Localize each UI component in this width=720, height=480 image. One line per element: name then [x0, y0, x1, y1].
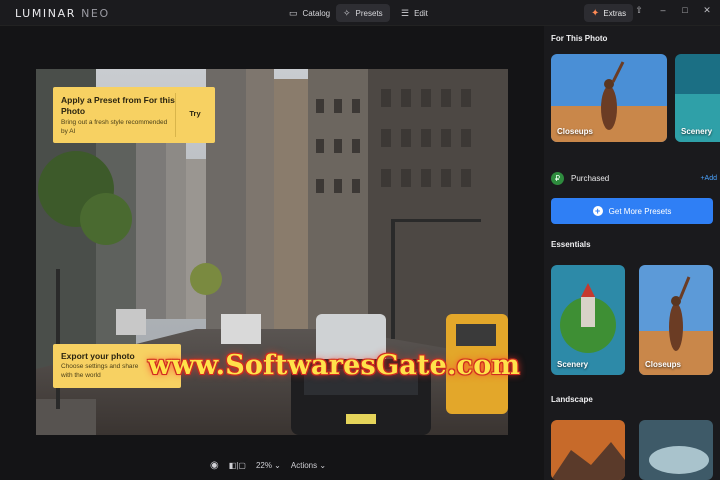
zoom-value: 22%: [255, 460, 272, 470]
apply-preset-title: Apply a Preset from For this Photo: [61, 95, 175, 116]
apply-preset-body: Bring out a fresh style recommended by A…: [61, 119, 168, 135]
top-bar: LUMINAR NEO ▭ Catalog ✧ Presets ☰ Edit ✦…: [0, 0, 720, 26]
watermark-text: www.SoftwaresGate.com: [148, 350, 521, 381]
actions-label: Actions: [290, 460, 318, 470]
export-photo-title: Export your photo: [61, 351, 135, 361]
actions-menu[interactable]: Actions ⌄: [291, 461, 326, 470]
sliders-icon: ☰: [401, 7, 410, 18]
share-icon[interactable]: ⇧: [632, 5, 646, 16]
essentials-title: Essentials: [551, 240, 591, 249]
purchased-icon: ₽: [551, 171, 564, 185]
tab-edit-label: Edit: [414, 8, 428, 18]
eye-icon[interactable]: ◉: [210, 460, 219, 471]
tab-catalog-label: Catalog: [302, 8, 331, 18]
preset-card-closeups-label: Closeups: [557, 127, 594, 136]
landscape-card-1[interactable]: [551, 420, 625, 480]
add-link[interactable]: +Add: [700, 175, 717, 182]
for-this-photo-title: For This Photo: [551, 34, 608, 43]
preset-card-closeups[interactable]: Closeups: [551, 54, 667, 142]
bottom-toolbar: ◉ ◧|▢ 22% ⌄ Actions ⌄: [210, 457, 326, 473]
sparkle-icon: ✧: [343, 7, 351, 18]
essentials-card-closeups[interactable]: Closeups: [639, 265, 713, 375]
landscape-thumbnail-2: [639, 420, 713, 480]
canvas-area: Apply a Preset from For this Photo Bring…: [0, 26, 544, 480]
purchased-label: Purchased: [571, 173, 610, 183]
folder-icon: ▭: [289, 7, 298, 18]
essentials-card-closeups-label: Closeups: [645, 360, 682, 369]
preset-card-scenery[interactable]: Scenery: [675, 54, 720, 142]
tab-edit[interactable]: ☰ Edit: [394, 4, 435, 22]
presets-panel: For This Photo Closeups Scenery ₽ Purcha…: [544, 26, 720, 480]
apply-preset-tip: Apply a Preset from For this Photo Bring…: [53, 87, 215, 143]
preset-card-scenery-label: Scenery: [681, 127, 713, 136]
extras-button[interactable]: ✦ Extras: [584, 4, 634, 22]
app-logo: LUMINAR NEO: [15, 7, 110, 20]
essentials-scenery-thumbnail: [551, 265, 625, 375]
minimize-icon[interactable]: –: [656, 5, 670, 15]
export-photo-body: Choose settings and share with the world: [61, 363, 139, 379]
tab-presets[interactable]: ✧ Presets: [336, 4, 390, 22]
get-more-presets-label: Get More Presets: [608, 206, 672, 216]
maximize-icon[interactable]: □: [678, 5, 692, 15]
landscape-thumbnail-1: [551, 420, 625, 480]
landscape-title: Landscape: [551, 395, 593, 404]
essentials-card-scenery[interactable]: Scenery: [551, 265, 625, 375]
zoom-select[interactable]: 22% ⌄: [256, 461, 281, 470]
landscape-card-2[interactable]: [639, 420, 713, 480]
essentials-closeups-thumbnail: [639, 265, 713, 375]
essentials-card-scenery-label: Scenery: [557, 360, 589, 369]
tab-catalog[interactable]: ▭ Catalog: [282, 4, 337, 22]
tab-presets-label: Presets: [355, 8, 383, 18]
close-icon[interactable]: ✕: [700, 5, 714, 16]
extras-icon: ✦: [591, 7, 600, 19]
compare-icon[interactable]: ◧|▢: [229, 461, 246, 470]
purchased-row[interactable]: ₽ Purchased +Add: [551, 171, 717, 185]
plus-icon: +: [592, 206, 603, 216]
extras-label: Extras: [603, 8, 627, 18]
try-button[interactable]: Try: [175, 109, 215, 118]
get-more-presets-button[interactable]: + Get More Presets: [551, 198, 713, 224]
